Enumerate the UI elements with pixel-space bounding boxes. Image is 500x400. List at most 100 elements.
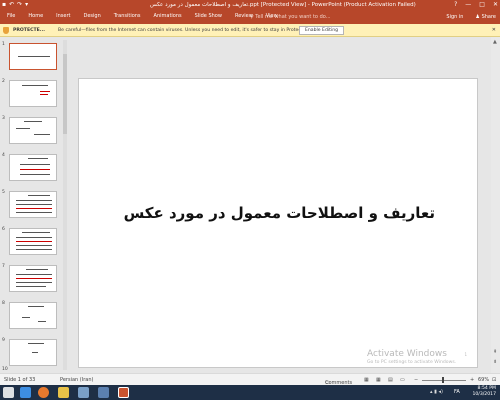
slide-show-icon[interactable]: ▭ [400,377,405,383]
tab-animations[interactable]: Animations [147,13,188,19]
protected-view-bar: PROTECTE... Be careful—files from the In… [0,24,500,37]
pinned-app-icon[interactable] [78,387,89,398]
thumb-text [38,321,46,322]
clock-date: 10/3/2017 [472,392,496,397]
thumbnail-scrollbar[interactable] [63,40,67,370]
language-status[interactable]: Persian (Iran) [60,377,93,383]
protected-view-label: PROTECTE... [13,28,45,33]
tell-me-text: Tell me what you want to do... [255,14,331,20]
thumbnail-scrollbar-thumb[interactable] [63,54,67,134]
close-message-bar-icon[interactable]: ✕ [492,27,496,33]
close-button[interactable]: ✕ [493,1,498,8]
slide-thumbnail-5[interactable] [9,191,57,218]
fit-slide-icon[interactable]: ⊡ [492,377,496,383]
slide-thumbnail-1[interactable] [9,43,57,70]
status-bar: Slide 1 of 33 Persian (Iran) ▭ Comments … [0,373,500,386]
slide-thumbnail-6[interactable] [9,228,57,255]
system-tray-icons[interactable]: ▴ ▮ ◂) [430,389,443,395]
title-bar: ▪ ↶ ↷ ▾ تعاریف و اصطلاحات معمول در مورد … [0,0,500,11]
thumb-text [16,286,46,287]
tab-slide-show[interactable]: Slide Show [188,13,228,19]
ribbon-display-options-icon[interactable]: ? [454,1,457,8]
window-title: تعاریف و اصطلاحات معمول در مورد عکس.ppt … [150,2,416,8]
slide-thumbnail-3[interactable] [9,117,57,144]
internet-explorer-icon[interactable] [20,387,31,398]
thumb-text [22,85,48,86]
zoom-out-icon[interactable]: − [414,377,418,383]
tab-home[interactable]: Home [21,13,49,19]
thumb-number: 6 [2,227,5,232]
thumb-text [18,56,50,57]
thumb-text [28,195,50,196]
thumb-text [16,208,52,209]
taskbar-clock[interactable]: 8:54 PM 10/3/2017 [472,386,496,398]
thumb-text [16,204,52,205]
zoom-in-icon[interactable]: + [470,377,474,383]
zoom-slider-thumb[interactable] [442,377,444,383]
sign-in-link[interactable]: Sign in [446,14,463,20]
thumb-text [34,134,50,135]
maximize-button[interactable]: □ [479,1,485,8]
tab-transitions[interactable]: Transitions [107,13,147,19]
slide-thumbnail-7[interactable] [9,265,57,292]
tab-insert[interactable]: Insert [49,13,76,19]
thumb-text [20,169,50,170]
slide-editor: تعاریف و اصطلاحات معمول در مورد عکس 1 [70,37,490,373]
thumb-number: 5 [2,190,5,195]
thumb-number: 3 [2,116,5,121]
tab-file[interactable]: File [0,13,21,19]
prev-slide-icon[interactable]: ⇞ [493,349,497,355]
protected-view-message: Be careful—files from the Internet can c… [58,28,322,33]
minimize-button[interactable]: — [465,1,471,8]
customize-icon[interactable]: ▾ [25,1,28,8]
start-windows-icon[interactable] [3,387,14,398]
enable-editing-button[interactable]: Enable Editing [299,26,344,35]
pinned-app-icon-2[interactable] [98,387,109,398]
current-slide[interactable]: تعاریف و اصطلاحات معمول در مورد عکس 1 [78,78,478,368]
lightbulb-icon: ♀ [250,14,254,20]
quick-access-toolbar: ▪ ↶ ↷ ▾ [2,1,28,8]
activate-windows-watermark: Activate Windows Go to PC settings to ac… [367,349,456,365]
thumb-text [28,343,44,344]
thumb-text [16,278,52,279]
slide-thumbnail-9[interactable] [9,339,57,366]
share-button[interactable]: ♟ Share [475,14,496,20]
account-area: Sign in ♟ Share [446,14,496,20]
thumb-number: 7 [2,264,5,269]
thumb-text [16,212,52,213]
slide-thumbnail-4[interactable] [9,154,57,181]
thumb-number: 8 [2,301,5,306]
slide-title: تعاریف و اصطلاحات معمول در مورد عکس [123,204,435,222]
thumb-text [40,91,50,92]
thumb-text [16,128,30,129]
slide-scrollbar[interactable]: ▲ ⇞ ⇟ [491,37,500,373]
file-explorer-icon[interactable] [58,387,69,398]
slide-sorter-icon[interactable]: ▦ [376,377,381,383]
input-language[interactable]: FA [454,389,460,395]
redo-icon[interactable]: ↷ [17,1,22,8]
slide-thumbnail-8[interactable] [9,302,57,329]
slide-page-mark: 1 [464,352,467,357]
save-icon[interactable]: ▪ [2,1,6,8]
person-icon: ♟ [475,14,480,20]
next-slide-icon[interactable]: ⇟ [493,359,497,365]
firefox-icon[interactable] [38,387,49,398]
thumb-text [40,94,48,95]
normal-view-icon[interactable]: ▦ [364,377,369,383]
zoom-level[interactable]: 69% [478,377,489,383]
thumb-number: 9 [2,338,5,343]
thumb-text [16,282,52,283]
powerpoint-icon[interactable] [118,387,129,398]
tell-me-box[interactable]: ♀ Tell me what you want to do... [250,14,331,20]
share-label: Share [481,14,496,20]
undo-icon[interactable]: ↶ [9,1,14,8]
thumb-text [22,317,30,318]
scroll-up-icon[interactable]: ▲ [493,39,497,45]
reading-view-icon[interactable]: ▤ [388,377,393,383]
thumb-text [16,274,52,275]
thumb-text [28,306,44,307]
slide-thumbnail-2[interactable] [9,80,57,107]
thumb-text [28,158,48,159]
zoom-slider[interactable] [422,380,466,381]
tab-design[interactable]: Design [76,13,106,19]
